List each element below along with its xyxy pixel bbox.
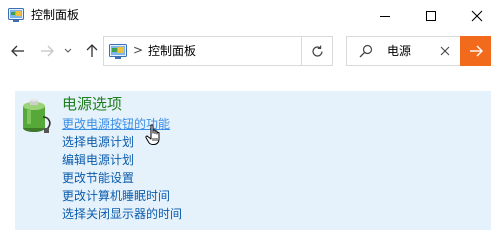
- breadcrumb-separator[interactable]: >: [133, 43, 143, 57]
- search-input[interactable]: 电源: [387, 44, 411, 58]
- divider: [301, 37, 302, 65]
- window-title: 控制面板: [31, 8, 80, 22]
- minimize-button[interactable]: [362, 0, 408, 31]
- result-heading[interactable]: 电源选项: [62, 95, 122, 113]
- refresh-icon: [311, 45, 323, 57]
- link-choose-power-plan[interactable]: 选择电源计划: [62, 133, 182, 151]
- search-icon: [359, 44, 373, 58]
- maximize-icon: [426, 10, 436, 21]
- control-panel-icon: [8, 8, 24, 22]
- clear-search-button[interactable]: [437, 42, 453, 60]
- control-panel-icon: [109, 44, 127, 59]
- navigation-bar: > 控制面板 电源: [0, 31, 502, 71]
- link-change-power-button[interactable]: 更改电源按钮的功能: [62, 115, 182, 133]
- chevron-down-icon: [64, 48, 72, 53]
- back-button[interactable]: [8, 41, 28, 61]
- search-box[interactable]: 电源: [346, 36, 460, 66]
- arrow-right-icon: [469, 45, 483, 57]
- breadcrumb-item[interactable]: 控制面板: [148, 44, 196, 58]
- close-button[interactable]: [454, 0, 500, 31]
- address-bar[interactable]: > 控制面板: [103, 36, 333, 66]
- link-change-sleep-time[interactable]: 更改计算机睡眠时间: [62, 187, 182, 205]
- search-go-button[interactable]: [460, 36, 491, 66]
- search-result-group: 电源选项 更改电源按钮的功能 选择电源计划 编辑电源计划 更改节能设置 更改计算…: [15, 91, 491, 230]
- link-change-power-saving[interactable]: 更改节能设置: [62, 169, 182, 187]
- close-icon: [471, 10, 483, 21]
- link-choose-display-off-time[interactable]: 选择关闭显示器的时间: [62, 205, 182, 223]
- refresh-button[interactable]: [304, 41, 330, 61]
- arrow-right-icon: [41, 45, 54, 57]
- title-bar: 控制面板: [0, 0, 502, 31]
- up-button[interactable]: [82, 41, 102, 61]
- maximize-button[interactable]: [408, 0, 454, 31]
- battery-power-icon: [23, 98, 51, 133]
- close-icon: [440, 46, 450, 56]
- minimize-icon: [380, 15, 390, 17]
- arrow-left-icon: [11, 45, 24, 57]
- arrow-up-icon: [86, 44, 98, 57]
- hand-cursor-icon: [145, 124, 160, 145]
- link-edit-power-plan[interactable]: 编辑电源计划: [62, 151, 182, 169]
- forward-button[interactable]: [37, 41, 57, 61]
- result-links: 更改电源按钮的功能 选择电源计划 编辑电源计划 更改节能设置 更改计算机睡眠时间…: [62, 115, 182, 223]
- recent-locations-button[interactable]: [62, 41, 74, 61]
